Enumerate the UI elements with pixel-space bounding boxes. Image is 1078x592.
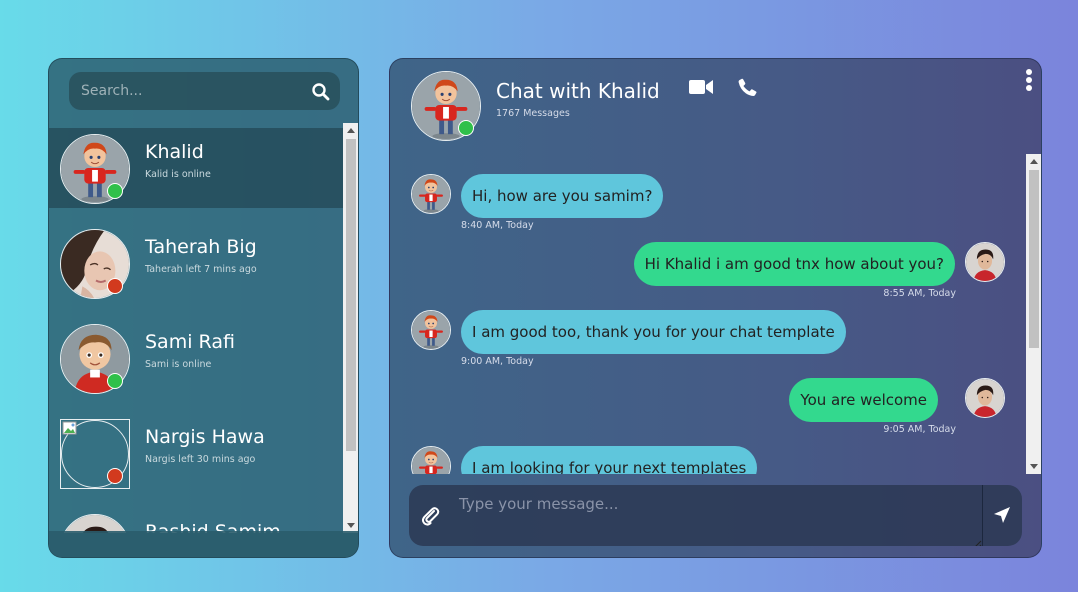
more-vertical-icon[interactable] — [1025, 69, 1033, 91]
user-avatar — [965, 242, 1005, 282]
contact-item-nargis-hawa[interactable]: Nargis Hawa Nargis left 30 mins ago — [49, 413, 343, 493]
message-list: Hi, how are you samim? 8:40 AM, Today Hi… — [390, 154, 1026, 474]
scrollbar-thumb[interactable] — [346, 139, 356, 451]
sender-avatar — [411, 446, 451, 474]
online-status-dot — [107, 373, 123, 389]
contact-status: Nargis left 30 mins ago — [145, 454, 256, 465]
contacts-footer — [49, 531, 358, 557]
user-avatar — [965, 378, 1005, 418]
contact-status: Kalid is online — [145, 169, 211, 180]
outgoing-message: Hi Khalid i am good tnx how about you? — [633, 242, 955, 286]
broken-image-icon — [62, 421, 78, 437]
contact-item-khalid[interactable]: Khalid Kalid is online — [49, 128, 343, 208]
incoming-message: Hi, how are you samim? — [461, 174, 664, 218]
incoming-message: I am looking for your next templates — [461, 446, 758, 474]
online-status-dot — [458, 120, 474, 136]
chat-panel: Chat with Khalid 1767 Messages Hi, how a… — [389, 58, 1042, 558]
video-camera-icon[interactable] — [689, 78, 713, 96]
message-time: 9:00 AM, Today — [461, 356, 534, 367]
offline-status-dot — [107, 468, 123, 484]
contact-name: Nargis Hawa — [145, 426, 265, 448]
contact-status: Taherah left 7 mins ago — [145, 264, 257, 275]
message-time: 9:05 AM, Today — [883, 424, 956, 435]
chat-title: Chat with Khalid — [496, 79, 660, 103]
scroll-up-arrow-icon[interactable] — [347, 128, 355, 133]
message-count: 1767 Messages — [496, 108, 570, 119]
paperclip-icon[interactable] — [419, 505, 441, 527]
contact-item-sami-rafi[interactable]: Sami Rafi Sami is online — [49, 318, 343, 398]
offline-status-dot — [107, 278, 123, 294]
contact-name: Khalid — [145, 141, 204, 163]
contacts-scrollbar[interactable] — [343, 123, 358, 533]
contact-status: Sami is online — [145, 359, 212, 370]
scroll-down-arrow-icon[interactable] — [347, 523, 355, 528]
search-icon[interactable] — [310, 81, 332, 103]
contact-list: Khalid Kalid is online Taherah Big Taher… — [49, 128, 343, 533]
search-bar — [69, 72, 340, 110]
search-input[interactable] — [69, 72, 299, 110]
send-arrow-icon[interactable] — [991, 504, 1013, 526]
contact-name: Taherah Big — [145, 236, 257, 258]
scroll-down-arrow-icon[interactable] — [1030, 464, 1038, 469]
message-time: 8:40 AM, Today — [461, 220, 534, 231]
scrollbar-thumb[interactable] — [1029, 170, 1039, 348]
sender-avatar — [411, 310, 451, 350]
contact-name: Sami Rafi — [145, 331, 235, 353]
scroll-up-arrow-icon[interactable] — [1030, 159, 1038, 164]
contact-item-taherah-big[interactable]: Taherah Big Taherah left 7 mins ago — [49, 223, 343, 303]
online-status-dot — [107, 183, 123, 199]
messages-scrollbar[interactable] — [1026, 154, 1041, 474]
phone-icon[interactable] — [736, 76, 758, 98]
sender-avatar — [411, 174, 451, 214]
contacts-panel: Khalid Kalid is online Taherah Big Taher… — [48, 58, 359, 558]
contact-item-rashid-samim[interactable]: Rashid Samim — [49, 508, 343, 533]
message-time: 8:55 AM, Today — [883, 288, 956, 299]
incoming-message: I am good too, thank you for your chat t… — [461, 310, 846, 354]
outgoing-message: You are welcome — [789, 378, 938, 422]
resize-grip-icon[interactable] — [972, 534, 982, 546]
message-input[interactable] — [449, 485, 983, 546]
message-composer — [409, 485, 1022, 546]
